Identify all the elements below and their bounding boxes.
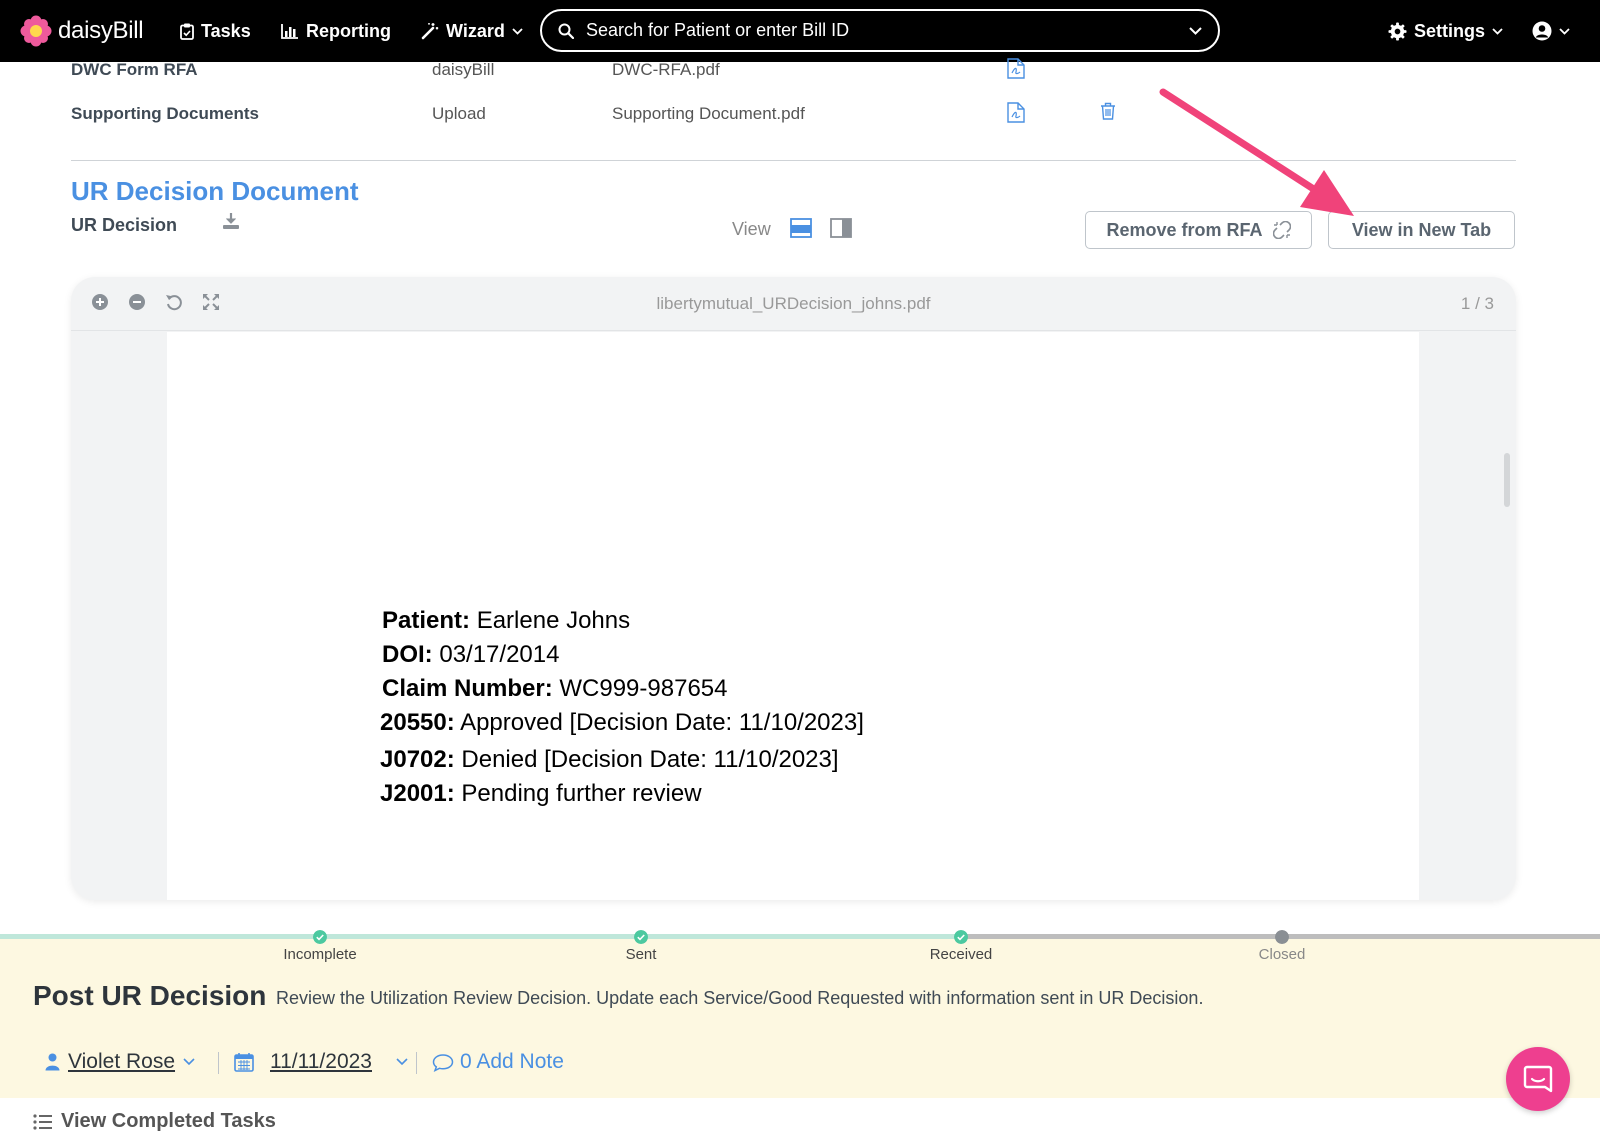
document-name: Supporting Documents	[71, 104, 259, 123]
page-indicator: 1 / 3	[1460, 294, 1494, 313]
document-label: UR Decision	[71, 215, 178, 235]
daisybill-logo[interactable]: daisyBill	[20, 14, 144, 48]
layout-vertical-icon[interactable]	[830, 218, 852, 238]
step-label-closed: Closed	[1258, 946, 1306, 963]
search-input[interactable]	[586, 20, 1177, 41]
chevron-down-icon	[512, 27, 523, 35]
document-source: daisyBill	[432, 60, 495, 79]
view-completed-tasks-label: View Completed Tasks	[61, 1110, 276, 1132]
comment-icon	[432, 1053, 454, 1072]
chevron-down-icon	[183, 1058, 195, 1066]
assignee-name: Violet Rose	[68, 1050, 176, 1073]
chevron-down-icon[interactable]	[1189, 26, 1202, 35]
step-label-incomplete: Incomplete	[283, 946, 357, 963]
view-in-new-tab-label: View in New Tab	[1351, 219, 1492, 240]
step-complete-icon	[313, 930, 327, 944]
add-note-link[interactable]: 0 Add Note	[432, 1050, 564, 1074]
daisy-flower-icon	[20, 15, 52, 47]
pdf-line-j0702: J0702: Denied [Decision Date: 11/10/2023…	[380, 746, 839, 773]
top-nav: daisyBill Tasks Reporting Wizard Setting…	[0, 0, 1600, 62]
unlink-icon	[1272, 221, 1291, 239]
separator	[218, 1052, 219, 1074]
pdf-line-claim: Claim Number: WC999-987654	[382, 675, 728, 702]
view-in-new-tab-button[interactable]: View in New Tab	[1328, 211, 1515, 249]
task-description: Review the Utilization Review Decision. …	[276, 988, 1204, 1008]
step-label-received: Received	[929, 946, 993, 963]
nav-wizard-label: Wizard	[446, 20, 505, 41]
section-divider	[71, 160, 1516, 161]
due-date-picker[interactable]: 11/11/2023	[234, 1050, 408, 1074]
settings-label: Settings	[1414, 20, 1486, 41]
pdf-file-icon[interactable]	[1007, 102, 1025, 123]
pdf-scrollbar[interactable]	[1504, 453, 1510, 507]
trash-icon[interactable]	[1100, 102, 1116, 120]
pdf-line-j2001: J2001: Pending further review	[380, 780, 702, 807]
pdf-line-20550: 20550: Approved [Decision Date: 11/10/20…	[380, 709, 864, 736]
patient-search[interactable]	[540, 9, 1220, 52]
account-menu[interactable]	[1532, 18, 1570, 44]
due-date-value: 11/11/2023	[270, 1050, 372, 1073]
chevron-down-icon	[396, 1058, 408, 1066]
nav-tasks-label: Tasks	[201, 20, 251, 41]
pdf-toolbar: libertymutual_URDecision_johns.pdf 1 / 3	[71, 277, 1516, 331]
document-row-supporting: Supporting Documents Upload Supporting D…	[71, 100, 1516, 130]
nav-reporting[interactable]: Reporting	[281, 18, 391, 44]
list-icon	[33, 1113, 52, 1130]
progress-track-complete	[0, 934, 961, 939]
calendar-icon	[234, 1053, 254, 1072]
nav-wizard[interactable]: Wizard	[421, 18, 523, 44]
step-pending-icon	[1275, 930, 1289, 944]
step-complete-icon	[634, 930, 648, 944]
clipboard-icon	[180, 23, 194, 40]
section-title: UR Decision Document	[71, 176, 359, 206]
brand-name: daisyBill	[58, 17, 144, 44]
search-icon	[558, 23, 574, 39]
download-icon[interactable]	[222, 212, 240, 230]
document-name: DWC Form RFA	[71, 60, 198, 79]
magic-wand-icon	[421, 23, 439, 40]
pdf-page: Patient: Earlene Johns DOI: 03/17/2014 C…	[167, 332, 1419, 900]
step-complete-icon	[954, 930, 968, 944]
document-row-rfa: DWC Form RFA daisyBill DWC-RFA.pdf	[71, 56, 1516, 86]
separator	[416, 1052, 417, 1074]
task-title: Post UR Decision	[33, 980, 267, 1011]
nav-tasks[interactable]: Tasks	[180, 18, 251, 44]
assignee-dropdown[interactable]: Violet Rose	[45, 1050, 195, 1074]
settings-menu[interactable]: Settings	[1388, 18, 1503, 44]
document-source: Upload	[432, 104, 486, 123]
add-note-label: 0 Add Note	[460, 1050, 564, 1073]
chat-button[interactable]	[1506, 1047, 1570, 1111]
pdf-viewer: libertymutual_URDecision_johns.pdf 1 / 3…	[71, 277, 1516, 900]
chat-icon	[1523, 1065, 1553, 1093]
layout-horizontal-icon[interactable]	[790, 218, 812, 238]
gear-icon	[1388, 21, 1407, 41]
remove-from-rfa-button[interactable]: Remove from RFA	[1085, 211, 1312, 249]
view-completed-tasks-link[interactable]: View Completed Tasks	[33, 1110, 276, 1133]
step-label-sent: Sent	[625, 946, 657, 963]
user-circle-icon	[1532, 21, 1552, 41]
remove-from-rfa-label: Remove from RFA	[1106, 219, 1263, 240]
pdf-line-doi: DOI: 03/17/2014	[382, 641, 560, 668]
bar-chart-icon	[281, 23, 298, 39]
chevron-down-icon	[1559, 27, 1570, 35]
view-mode-label: View	[732, 219, 771, 239]
chevron-down-icon	[1492, 27, 1503, 35]
pdf-filename: libertymutual_URDecision_johns.pdf	[656, 294, 931, 313]
document-file: Supporting Document.pdf	[612, 104, 805, 123]
user-icon	[45, 1053, 60, 1071]
pdf-file-icon[interactable]	[1007, 58, 1025, 79]
nav-reporting-label: Reporting	[306, 20, 391, 41]
pdf-line-patient: Patient: Earlene Johns	[382, 607, 631, 634]
document-file: DWC-RFA.pdf	[612, 60, 720, 79]
